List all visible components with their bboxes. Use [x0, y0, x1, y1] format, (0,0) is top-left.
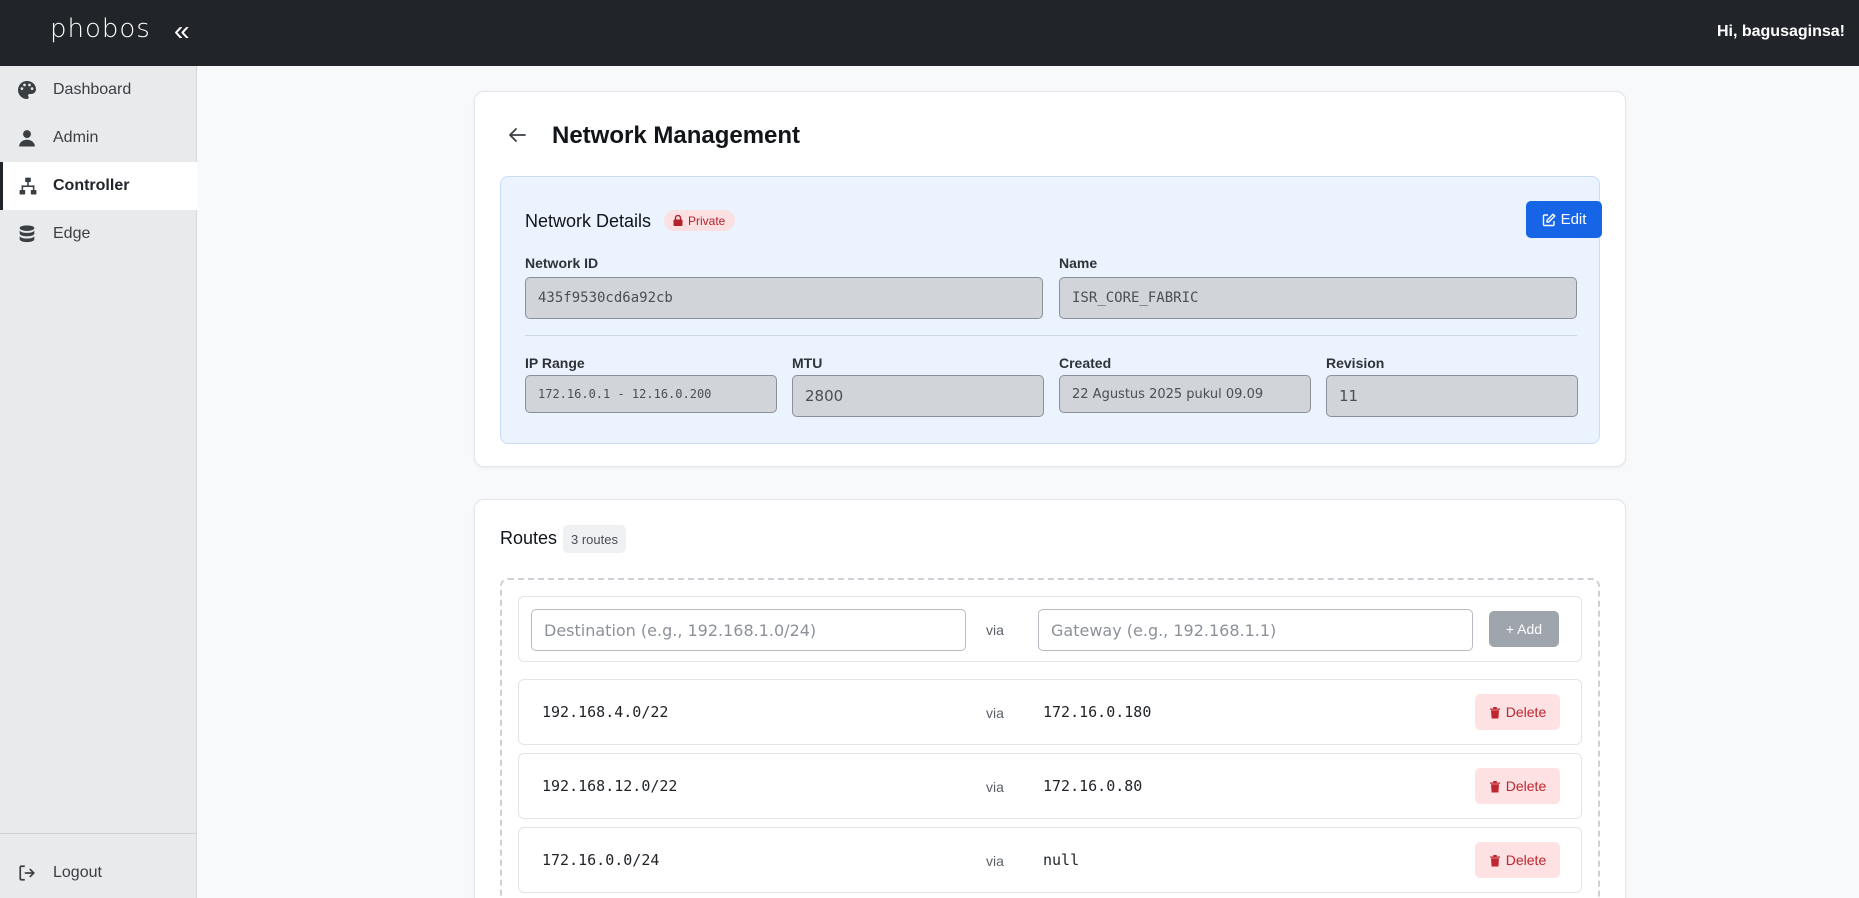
route-gateway: null [1043, 851, 1080, 869]
back-arrow-icon[interactable] [506, 124, 528, 146]
edit-icon [1542, 213, 1556, 226]
via-label: via [986, 779, 1004, 795]
palette-icon [0, 81, 53, 99]
sidebar-item-label: Controller [53, 177, 130, 194]
name-label: Name [1059, 255, 1098, 271]
logout-label: Logout [53, 864, 102, 881]
route-row: 172.16.0.0/24 via null Delete [518, 827, 1582, 893]
via-label: via [986, 622, 1004, 638]
sidebar-item-edge[interactable]: Edge [0, 210, 197, 258]
edit-button-label: Edit [1560, 211, 1587, 228]
network-management-card: Network Management Network Details Priva… [474, 91, 1626, 467]
delete-route-button[interactable]: Delete [1475, 842, 1560, 878]
delete-route-button[interactable]: Delete [1475, 768, 1560, 804]
routes-title: Routes [500, 528, 558, 548]
edit-button[interactable]: Edit [1526, 201, 1602, 238]
page-title: Network Management [552, 122, 801, 149]
trash-icon [1489, 780, 1500, 792]
route-row: 192.168.12.0/22 via 172.16.0.80 Delete [518, 753, 1582, 819]
sidebar-divider [0, 833, 197, 834]
sidebar-item-controller[interactable]: Controller [0, 162, 197, 210]
trash-icon [1489, 706, 1500, 718]
name-field[interactable]: ISR_CORE_FABRIC [1059, 277, 1577, 319]
delete-label: Delete [1505, 852, 1547, 868]
mtu-field[interactable]: 2800 [792, 375, 1044, 417]
sidebar-item-dashboard[interactable]: Dashboard [0, 66, 197, 114]
logout-icon [0, 864, 53, 882]
network-details-title: Network Details [525, 211, 652, 231]
delete-label: Delete [1505, 704, 1547, 720]
delete-route-button[interactable]: Delete [1475, 694, 1560, 730]
route-gateway: 172.16.0.180 [1043, 703, 1152, 721]
details-divider [525, 335, 1577, 336]
database-icon [0, 225, 53, 243]
route-gateway: 172.16.0.80 [1043, 777, 1143, 795]
delete-label: Delete [1505, 778, 1547, 794]
gateway-input[interactable]: Gateway (e.g., 192.168.1.1) [1038, 609, 1473, 651]
sidebar-item-label: Dashboard [53, 81, 132, 98]
sidebar-item-admin[interactable]: Admin [0, 114, 197, 162]
user-greeting[interactable]: Hi, bagusaginsa! [1717, 23, 1845, 41]
logout-button[interactable]: Logout [0, 849, 197, 897]
collapse-sidebar-icon[interactable]: « [174, 17, 190, 45]
status-badge-label: Private [688, 213, 726, 228]
destination-input[interactable]: Destination (e.g., 192.168.1.0/24) [531, 609, 966, 651]
routes-count-badge: 3 routes [563, 525, 626, 553]
sidebar-item-label: Admin [53, 129, 99, 146]
route-destination: 192.168.4.0/22 [542, 703, 669, 721]
ip-range-label: IP Range [525, 355, 585, 371]
network-id-field[interactable]: 435f9530cd6a92cb [525, 277, 1043, 319]
revision-field[interactable]: 11 [1326, 375, 1578, 417]
revision-label: Revision [1326, 355, 1385, 371]
add-route-button[interactable]: + Add [1489, 611, 1559, 647]
route-destination: 172.16.0.0/24 [542, 851, 660, 869]
sidebar-item-label: Edge [53, 225, 91, 242]
created-label: Created [1059, 355, 1112, 371]
network-icon [3, 177, 53, 195]
ip-range-field[interactable]: 172.16.0.1 - 12.16.0.200 [525, 375, 777, 413]
trash-icon [1489, 854, 1500, 866]
route-row: 192.168.4.0/22 via 172.16.0.180 Delete [518, 679, 1582, 745]
network-details-panel: Network Details Private Edit Network ID … [500, 176, 1602, 444]
route-destination: 192.168.12.0/22 [542, 777, 678, 795]
routes-list: Destination (e.g., 192.168.1.0/24) via G… [500, 578, 1600, 898]
app-logo[interactable]: phobos [50, 14, 151, 44]
via-label: via [986, 853, 1004, 869]
via-label: via [986, 705, 1004, 721]
network-id-label: Network ID [525, 255, 599, 271]
lock-icon [673, 215, 683, 226]
top-navbar: phobos « Hi, bagusaginsa! [0, 0, 1859, 66]
created-field[interactable]: 22 Agustus 2025 pukul 09.09 [1059, 375, 1311, 413]
mtu-label: MTU [792, 355, 823, 371]
routes-card: Routes 3 routes Destination (e.g., 192.1… [474, 499, 1626, 898]
user-icon [0, 129, 53, 147]
sidebar: Dashboard Admin Controller Edge Logout [0, 66, 197, 898]
status-badge: Private [664, 210, 736, 231]
add-route-row: Destination (e.g., 192.168.1.0/24) via G… [518, 596, 1582, 662]
